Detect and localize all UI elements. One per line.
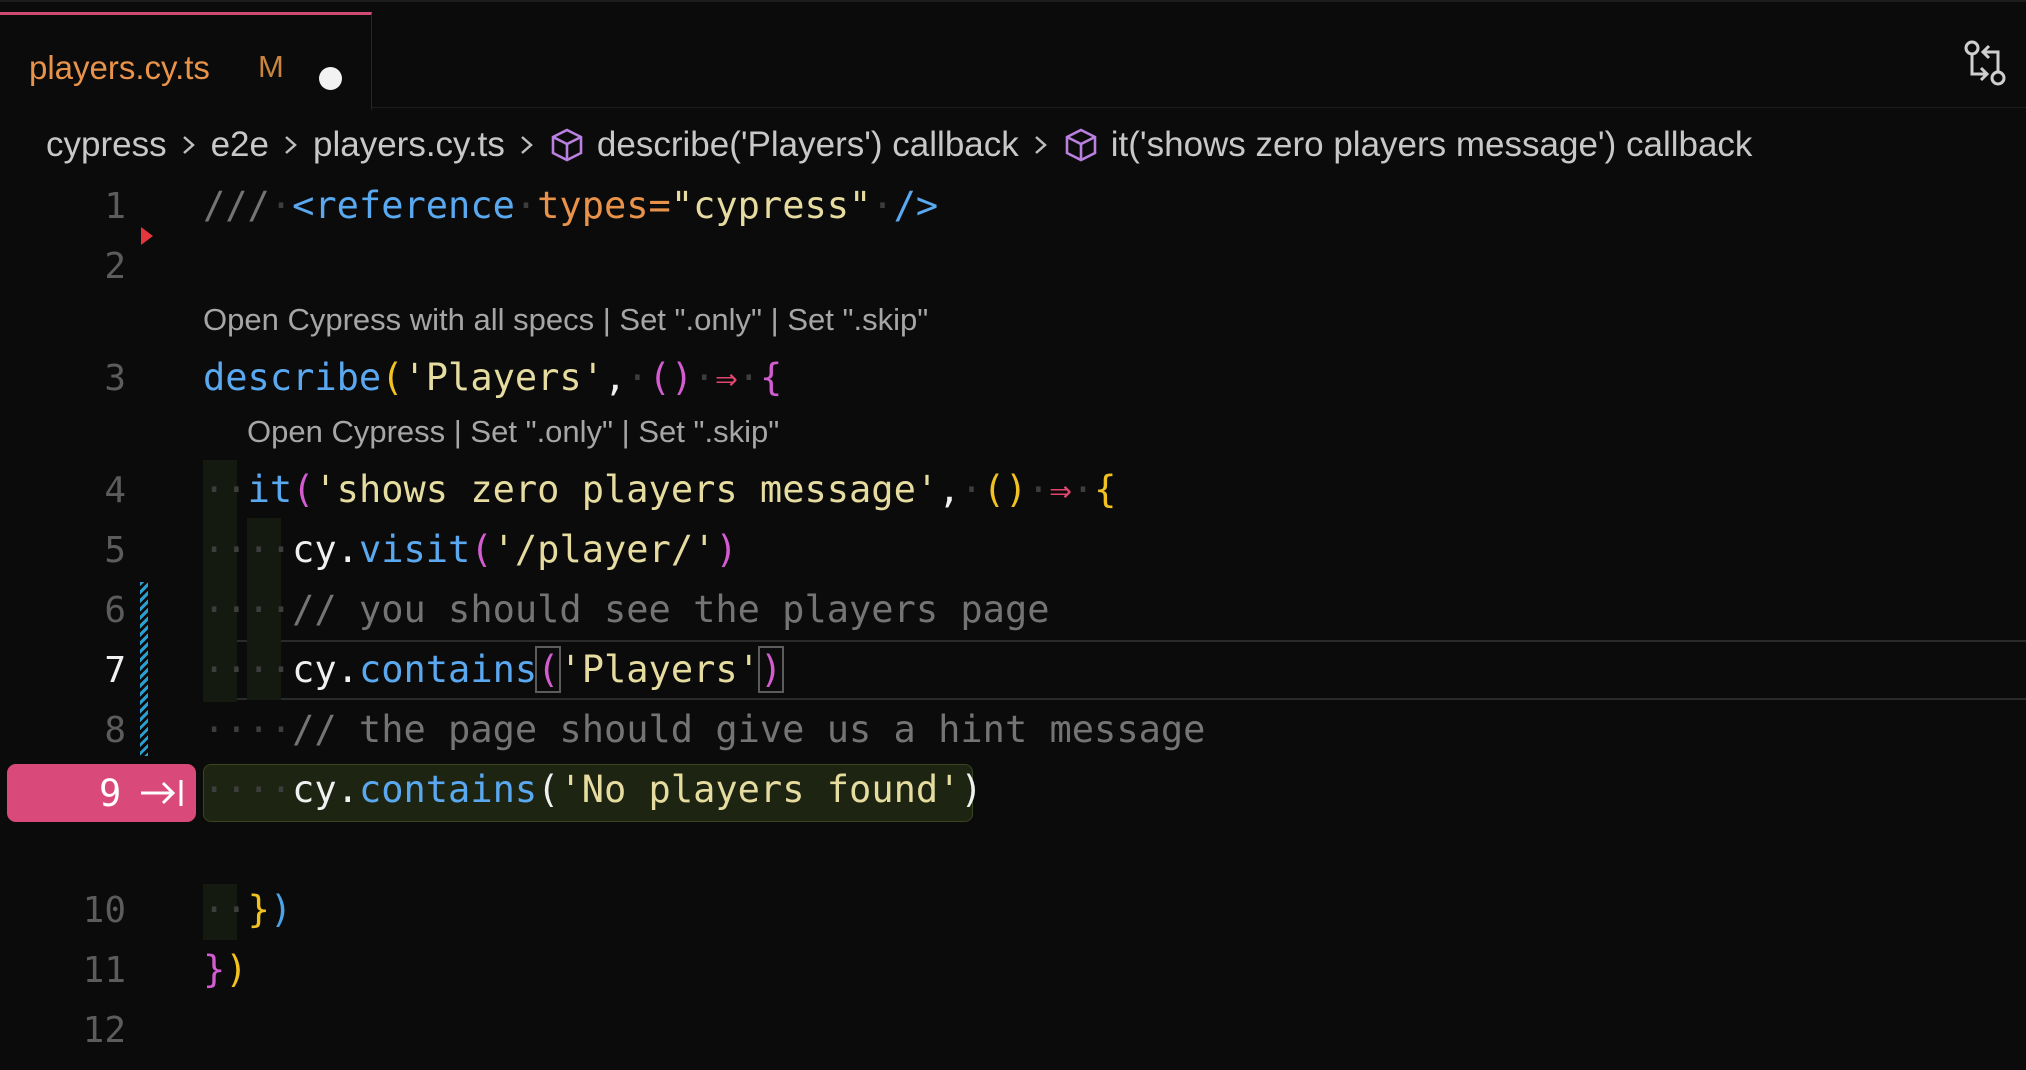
codelens-open-cypress-all[interactable]: Open Cypress with all specs	[203, 302, 594, 337]
line-number[interactable]: 11	[0, 950, 126, 991]
breadcrumb-item-file[interactable]: players.cy.ts	[313, 125, 505, 165]
code-line-1[interactable]: ///·<reference·types="cypress"·/>	[203, 184, 938, 227]
line-number[interactable]: 8	[0, 710, 126, 751]
step-into-arrow-icon	[141, 780, 183, 806]
method-cube-icon	[551, 128, 583, 162]
editor-tab[interactable]: players.cy.ts M	[0, 12, 372, 110]
line-number[interactable]: 5	[0, 530, 126, 571]
chevron-right-icon	[182, 136, 195, 154]
tab-title[interactable]: players.cy.ts	[29, 49, 210, 87]
diff-modified-gutter-marker[interactable]	[140, 582, 148, 756]
line-number[interactable]: 1	[0, 186, 126, 227]
code-line-5[interactable]: ····cy.visit('/player/')	[203, 528, 738, 571]
tab-bar: players.cy.ts M	[0, 0, 2026, 110]
bracket-match: (	[535, 646, 562, 693]
breadcrumb-item-describe[interactable]: describe('Players') callback	[549, 125, 1019, 165]
breadcrumb-item-it[interactable]: it('shows zero players message') callbac…	[1063, 125, 1753, 165]
chevron-right-icon	[285, 136, 297, 154]
line-number[interactable]: 7	[0, 650, 126, 691]
unsaved-dot-icon[interactable]	[319, 67, 342, 90]
tab-modified-badge: M	[258, 49, 284, 84]
line-number[interactable]: 3	[0, 358, 126, 399]
codelens-set-skip[interactable]: Set ".skip"	[787, 302, 928, 337]
line-number[interactable]: 2	[0, 246, 126, 287]
line-number[interactable]: 12	[0, 1010, 126, 1051]
line-number: 9	[99, 772, 122, 815]
codelens-it: Open Cypress | Set ".only" | Set ".skip"	[247, 414, 780, 449]
git-compare-icon[interactable]	[1962, 38, 2008, 88]
code-line-3[interactable]: describe('Players',·()·⇒·{	[203, 356, 782, 399]
breadcrumb: cypress e2e players.cy.ts describe('Play…	[46, 118, 1752, 172]
codelens-set-skip[interactable]: Set ".skip"	[638, 414, 779, 449]
bracket-match: )	[757, 646, 785, 693]
codelens-describe: Open Cypress with all specs | Set ".only…	[203, 302, 929, 337]
codelens-set-only[interactable]: Set ".only"	[470, 414, 613, 449]
code-line-6[interactable]: ····// you should see the players page	[203, 588, 1050, 631]
breadcrumb-label: describe('Players') callback	[596, 125, 1019, 164]
chevron-right-icon	[1034, 136, 1047, 154]
code-editor[interactable]: 1 2 3 4 5 6 7 8 10 11 12 9 ///·<referenc…	[0, 178, 2026, 1070]
line-number[interactable]: 4	[0, 470, 126, 511]
breadcrumb-item-e2e[interactable]: e2e	[211, 125, 269, 165]
codelens-open-cypress[interactable]: Open Cypress	[247, 414, 445, 449]
code-line-11[interactable]: })	[203, 948, 248, 991]
line-number[interactable]: 10	[0, 890, 126, 931]
line-number[interactable]: 6	[0, 590, 126, 631]
method-cube-icon	[1065, 128, 1097, 162]
code-line-4[interactable]: ··it('shows zero players message',·()·⇒·…	[203, 468, 1116, 511]
breadcrumb-item-cypress[interactable]: cypress	[46, 125, 167, 165]
code-line-9[interactable]: ····cy.contains('No players found')	[203, 768, 983, 811]
breadcrumb-label: it('shows zero players message') callbac…	[1110, 125, 1753, 164]
code-line-10[interactable]: ··})	[203, 888, 292, 931]
codelens-set-only[interactable]: Set ".only"	[619, 302, 762, 337]
debug-current-line-marker[interactable]: 9	[7, 764, 196, 822]
code-line-7[interactable]: ····cy.contains('Players')	[203, 646, 785, 693]
error-marker-icon[interactable]	[141, 227, 153, 245]
chevron-right-icon	[521, 136, 533, 154]
code-line-8[interactable]: ····// the page should give us a hint me…	[203, 708, 1205, 751]
